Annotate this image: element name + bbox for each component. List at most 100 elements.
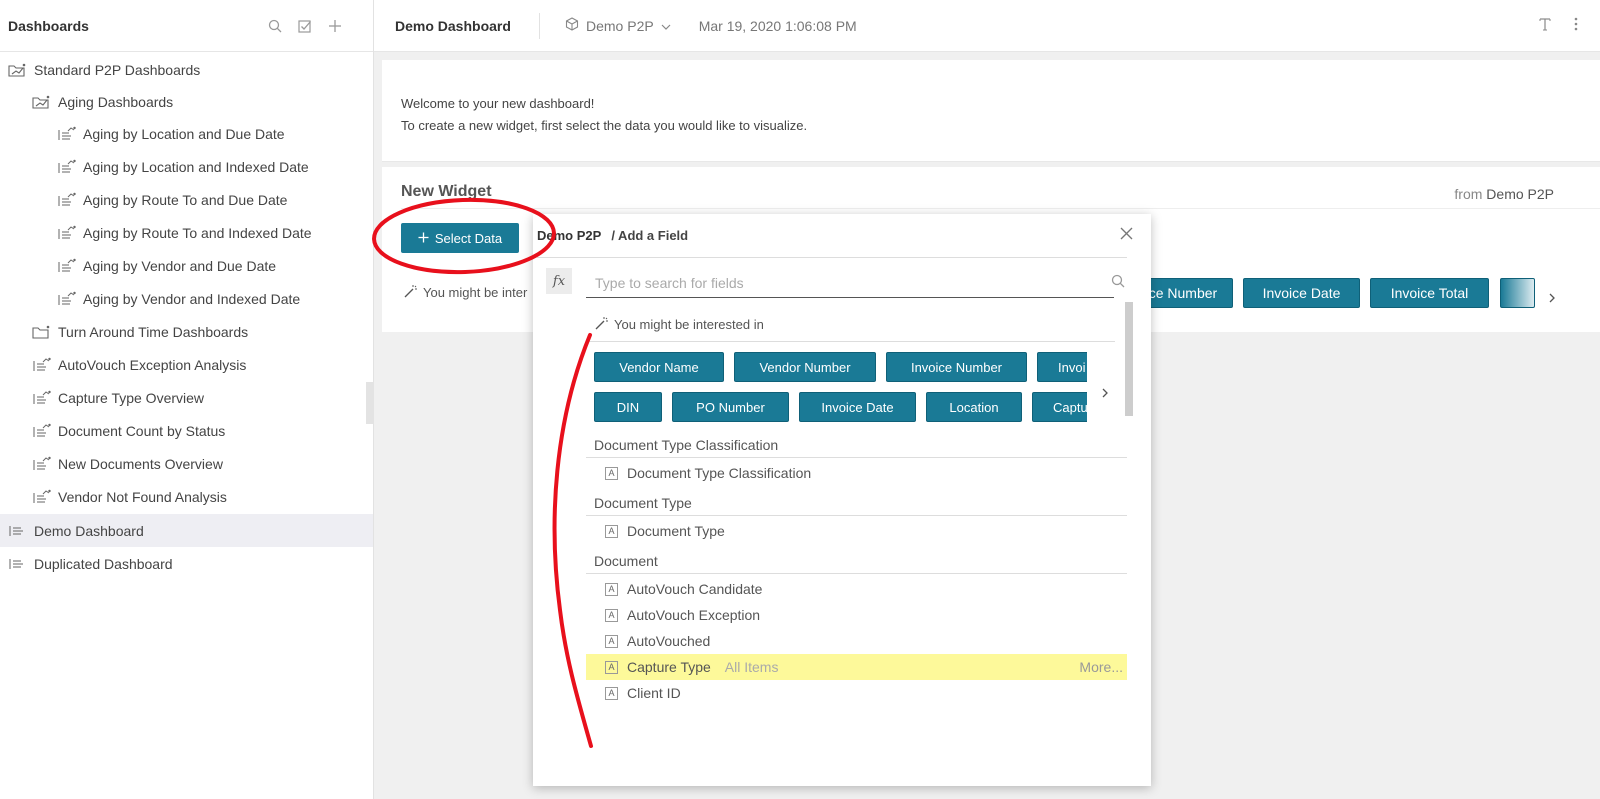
suggestion-chip[interactable]: Captu xyxy=(1032,392,1087,422)
add-icon[interactable] xyxy=(327,18,343,34)
popup-divider xyxy=(537,257,1127,258)
text-format-icon[interactable] xyxy=(1538,17,1552,34)
group-divider xyxy=(586,573,1127,574)
widget-from-label: from xyxy=(1454,186,1483,202)
sidebar-item-label: Aging by Location and Due Date xyxy=(83,125,285,142)
popup-source: Demo P2P xyxy=(537,228,602,243)
sidebar-collapse-handle[interactable] xyxy=(366,382,374,424)
dashboard-chart-icon xyxy=(32,456,52,472)
chevron-right-icon[interactable] xyxy=(1548,291,1556,307)
scrollbar[interactable] xyxy=(1125,302,1133,416)
suggestion-chip[interactable]: Vendor Number xyxy=(734,352,876,382)
sidebar-item-capture-type[interactable]: Capture Type Overview xyxy=(0,381,373,414)
dashboard-chart-icon xyxy=(57,159,77,175)
sidebar-item-aging-dashboards[interactable]: Aging Dashboards xyxy=(0,85,373,118)
select-data-button[interactable]: Select Data xyxy=(401,223,519,253)
widget-source-name: Demo P2P xyxy=(1486,186,1554,202)
field-label: Document Type Classification xyxy=(627,465,812,481)
field-item[interactable]: A AutoVouched xyxy=(586,628,1127,654)
hint-text: You might be interested in xyxy=(614,317,764,332)
chevron-down-icon xyxy=(661,18,671,34)
text-field-icon: A xyxy=(605,686,618,700)
more-link[interactable]: More... xyxy=(1079,659,1123,675)
sidebar-item-autovouch-exception[interactable]: AutoVouch Exception Analysis xyxy=(0,348,373,381)
sidebar-item-turn-around[interactable]: Turn Around Time Dashboards xyxy=(0,315,373,348)
sidebar-item-aging-location-indexed[interactable]: Aging by Location and Indexed Date xyxy=(0,150,373,183)
sidebar-item-label: Demo Dashboard xyxy=(34,522,144,539)
formula-button[interactable]: fx xyxy=(546,268,572,294)
field-item[interactable]: A AutoVouch Candidate xyxy=(586,576,1127,602)
sidebar-item-aging-route-indexed[interactable]: Aging by Route To and Indexed Date xyxy=(0,216,373,249)
suggestion-chip[interactable]: Invoi xyxy=(1037,352,1087,382)
field-group-title: Document Type Classification xyxy=(594,437,779,453)
plus-icon xyxy=(418,231,429,246)
sidebar-tools xyxy=(267,18,343,34)
sidebar-item-aging-vendor-due[interactable]: Aging by Vendor and Due Date xyxy=(0,249,373,282)
more-options-icon[interactable] xyxy=(1574,17,1578,34)
field-label: AutoVouch Candidate xyxy=(627,581,763,597)
close-icon[interactable] xyxy=(1117,224,1135,242)
sidebar-item-new-documents[interactable]: New Documents Overview xyxy=(0,447,373,480)
field-label: AutoVouched xyxy=(627,633,711,649)
cube-icon xyxy=(565,17,579,34)
field-item[interactable]: A Document Type xyxy=(586,518,1127,544)
toolbar-divider xyxy=(539,12,540,39)
suggestion-chip[interactable]: Invoice Number xyxy=(886,352,1027,382)
dashboard-chart-icon xyxy=(32,423,52,439)
datasource-dropdown[interactable]: Demo P2P xyxy=(565,17,671,34)
dashboard-chart-icon xyxy=(32,357,52,373)
welcome-card: Welcome to your new dashboard! To create… xyxy=(382,60,1600,162)
chevron-right-icon[interactable] xyxy=(1101,386,1109,402)
multi-select-icon[interactable] xyxy=(297,18,313,34)
sidebar-item-document-count[interactable]: Document Count by Status xyxy=(0,414,373,447)
suggestion-chip[interactable]: Location xyxy=(926,392,1022,422)
field-item[interactable]: A Client ID xyxy=(586,680,1127,706)
widget-divider xyxy=(401,208,1600,209)
suggestion-chip[interactable] xyxy=(1500,278,1535,308)
search-icon[interactable] xyxy=(267,18,283,34)
sidebar-item-vendor-not-found[interactable]: Vendor Not Found Analysis xyxy=(0,480,373,513)
popup-path: / Add a Field xyxy=(611,228,689,243)
widget-source: from Demo P2P xyxy=(1454,186,1554,202)
suggestion-chip[interactable]: PO Number xyxy=(672,392,789,422)
suggestion-chip[interactable]: DIN xyxy=(594,392,662,422)
sidebar-item-label: Vendor Not Found Analysis xyxy=(58,488,227,505)
sidebar-item-aging-route-due[interactable]: Aging by Route To and Due Date xyxy=(0,183,373,216)
sidebar-item-standard-p2p[interactable]: Standard P2P Dashboards xyxy=(0,53,373,86)
sidebar-item-label: Aging by Vendor and Due Date xyxy=(83,257,277,274)
sidebar-item-demo-dashboard[interactable]: Demo Dashboard xyxy=(0,514,373,547)
widget-title: New Widget xyxy=(401,183,492,200)
sidebar-header: Dashboards xyxy=(0,0,373,52)
dashboard-chart-icon xyxy=(57,291,77,307)
field-search-input[interactable] xyxy=(586,268,1114,298)
field-item-highlighted[interactable]: A Capture Type All Items More... xyxy=(586,654,1127,680)
dashboard-list-icon xyxy=(8,556,28,572)
field-item[interactable]: A Document Type Classification xyxy=(586,460,1127,486)
text-field-icon: A xyxy=(605,524,618,538)
sidebar-item-aging-vendor-indexed[interactable]: Aging by Vendor and Indexed Date xyxy=(0,282,373,315)
sidebar-item-label: New Documents Overview xyxy=(58,455,223,472)
field-sublabel: All Items xyxy=(724,659,779,675)
suggestion-chip[interactable]: Invoice Date xyxy=(799,392,916,422)
sidebar-item-label: Duplicated Dashboard xyxy=(34,555,173,572)
field-label: AutoVouch Exception xyxy=(627,607,761,623)
dashboard-list-icon xyxy=(8,523,28,539)
field-label: Client ID xyxy=(627,685,681,701)
hint-text: You might be inter xyxy=(423,285,528,300)
text-field-icon: A xyxy=(605,608,618,622)
select-data-label: Select Data xyxy=(434,230,503,246)
suggestion-chip[interactable]: Invoice Date xyxy=(1243,278,1360,308)
datasource-label: Demo P2P xyxy=(586,17,654,34)
suggestion-chip[interactable]: Vendor Name xyxy=(594,352,724,382)
app-root: Dashboards Standard P2P Dashboards Aging… xyxy=(0,0,1600,799)
dashboard-chart-icon xyxy=(32,390,52,406)
welcome-instruction: To create a new widget, first select the… xyxy=(401,118,808,133)
dashboard-chart-icon xyxy=(57,192,77,208)
hint-divider xyxy=(586,341,1115,342)
sidebar-item-duplicated-dashboard[interactable]: Duplicated Dashboard xyxy=(0,547,373,580)
field-item[interactable]: A AutoVouch Exception xyxy=(586,602,1127,628)
sidebar-item-label: AutoVouch Exception Analysis xyxy=(58,356,247,373)
suggestion-chip[interactable]: Invoice Total xyxy=(1370,278,1489,308)
sidebar-item-aging-location-due[interactable]: Aging by Location and Due Date xyxy=(0,117,373,150)
sidebar-item-label: Aging by Location and Indexed Date xyxy=(83,158,309,175)
